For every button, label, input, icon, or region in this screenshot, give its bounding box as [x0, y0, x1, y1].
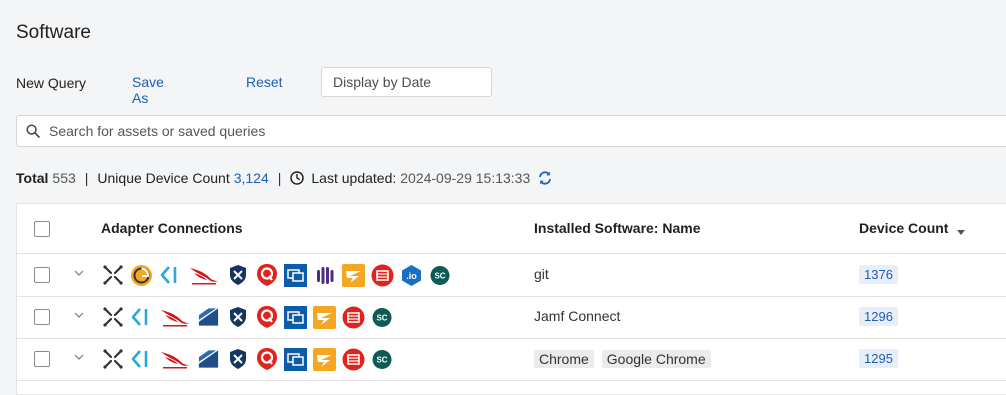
x-icon[interactable] [101, 306, 124, 329]
film-icon[interactable] [342, 306, 365, 329]
chevron-down-icon[interactable] [74, 310, 84, 320]
crowdstrike-icon[interactable] [188, 264, 220, 287]
sort-desc-icon[interactable] [957, 230, 965, 235]
bolt-icon[interactable] [313, 305, 336, 329]
last-updated-value: 2024-09-29 15:13:33 [400, 170, 531, 186]
page-title: Software [16, 22, 91, 43]
column-adapter-connections[interactable]: Adapter Connections [101, 220, 243, 236]
divider: | [277, 170, 282, 186]
film-icon[interactable] [342, 348, 365, 371]
adapter-icons: SC [101, 346, 394, 372]
new-query-button[interactable]: New Query [16, 75, 86, 91]
summary-bar: Total 553 | Unique Device Count 3,124 | … [16, 170, 553, 186]
software-name-cell: git [534, 266, 549, 282]
svg-text:SC: SC [376, 355, 387, 364]
bracket-icon[interactable] [130, 348, 153, 371]
column-device-count[interactable]: Device Count [859, 220, 948, 236]
table-row[interactable]: SC Jamf Connect 1296 [17, 296, 1006, 339]
select-all-checkbox[interactable] [34, 221, 50, 237]
io-icon[interactable]: .io [400, 264, 423, 287]
device-count-badge[interactable]: 1295 [859, 349, 898, 368]
bracket-icon[interactable] [130, 306, 153, 329]
device-count-badge[interactable]: 1296 [859, 307, 898, 326]
shield-icon[interactable] [226, 264, 249, 287]
search-input[interactable]: Search for assets or saved queries [16, 115, 1006, 147]
crowdstrike-icon[interactable] [159, 306, 191, 329]
slash-icon[interactable] [197, 348, 220, 371]
film-icon[interactable] [371, 264, 394, 287]
display-by-date-field[interactable]: Display by Date [321, 67, 492, 97]
last-updated-label: Last updated: [311, 170, 397, 186]
bars-icon[interactable] [313, 264, 336, 287]
x-icon[interactable] [101, 348, 124, 371]
software-name: Jamf Connect [534, 308, 621, 324]
table-row[interactable]: .io SC git 1376 [17, 254, 1006, 297]
svg-text:.io: .io [406, 271, 417, 281]
shield-icon[interactable] [226, 306, 249, 329]
bolt-icon[interactable] [342, 263, 365, 287]
unique-device-label: Unique Device Count [97, 170, 230, 186]
search-icon [26, 124, 40, 138]
total-value: 553 [52, 170, 76, 186]
software-name: git [534, 266, 549, 282]
software-name-tag: Google Chrome [601, 350, 711, 368]
search-placeholder: Search for assets or saved queries [49, 123, 266, 139]
crowdstrike-icon[interactable] [159, 348, 191, 371]
q-icon[interactable] [255, 306, 278, 329]
svg-text:SC: SC [376, 313, 387, 322]
q-icon[interactable] [255, 348, 278, 371]
software-name-cell: Chrome Google Chrome [534, 350, 711, 368]
svg-text:SC: SC [434, 271, 445, 280]
clock-icon [290, 171, 305, 185]
monitor-icon[interactable] [284, 305, 307, 329]
x-icon[interactable] [101, 264, 124, 287]
adapter-icons: .io SC [101, 262, 452, 288]
q-icon[interactable] [255, 264, 278, 287]
column-installed-software-name[interactable]: Installed Software: Name [534, 220, 701, 236]
row-checkbox[interactable] [34, 309, 50, 325]
sc-icon[interactable]: SC [371, 348, 394, 371]
row-checkbox[interactable] [34, 267, 50, 283]
unique-device-value[interactable]: 3,124 [234, 170, 269, 186]
bolt-icon[interactable] [313, 347, 336, 371]
software-table: Adapter Connections Installed Software: … [16, 203, 1006, 395]
shield-icon[interactable] [226, 348, 249, 371]
reset-link[interactable]: Reset [246, 74, 283, 90]
monitor-icon[interactable] [284, 263, 307, 287]
save-as-link[interactable]: Save As [132, 74, 164, 106]
total-label: Total [16, 170, 49, 186]
slash-icon[interactable] [197, 306, 220, 329]
monitor-icon[interactable] [284, 347, 307, 371]
query-bar: New Query Save As Reset Display by Date [16, 67, 492, 106]
bracket-icon[interactable] [159, 264, 182, 287]
table-row[interactable]: SC Chrome Google Chrome 1295 [17, 338, 1006, 381]
table-header: Adapter Connections Installed Software: … [17, 204, 1006, 254]
chevron-down-icon[interactable] [74, 352, 84, 362]
row-checkbox[interactable] [34, 351, 50, 367]
adapter-icons: SC [101, 304, 394, 330]
spiral-icon[interactable] [130, 264, 153, 287]
sc-icon[interactable]: SC [429, 264, 452, 287]
device-count-badge[interactable]: 1376 [859, 265, 898, 284]
chevron-down-icon[interactable] [74, 268, 84, 278]
sc-icon[interactable]: SC [371, 306, 394, 329]
divider: | [84, 170, 89, 186]
software-name-cell: Jamf Connect [534, 308, 620, 324]
software-name-tag: Chrome [534, 350, 594, 368]
refresh-icon[interactable] [537, 170, 553, 186]
